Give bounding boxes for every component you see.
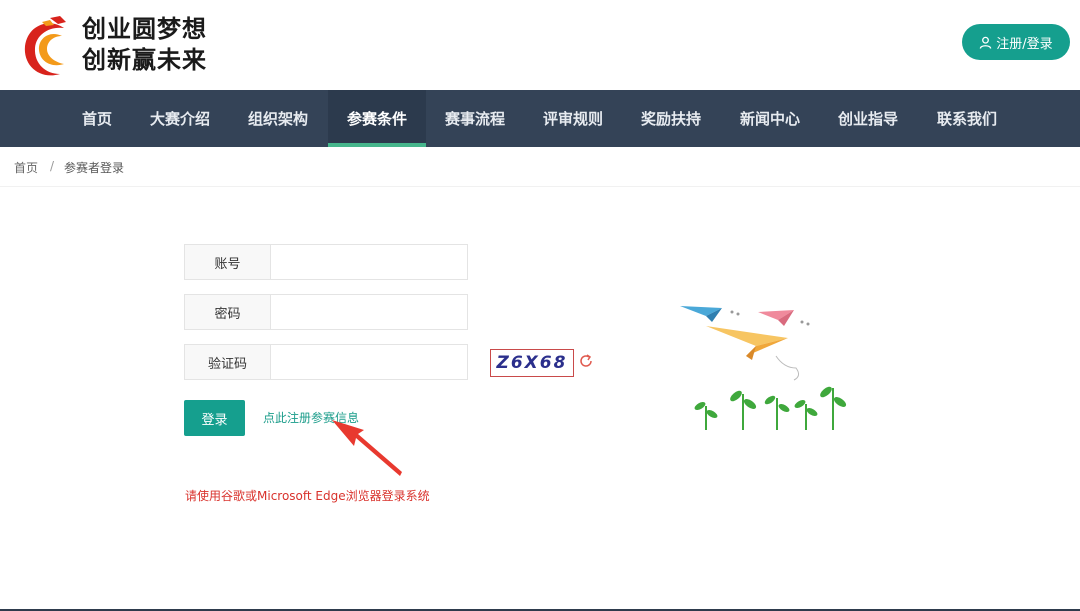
- login-button[interactable]: 登录: [184, 400, 245, 436]
- header: 创业圆梦想 创新赢未来 注册/登录: [0, 0, 1080, 90]
- register-login-label: 注册/登录: [996, 36, 1053, 52]
- paper-planes-sprouts-icon: [680, 306, 847, 430]
- password-label: 密码: [185, 295, 271, 329]
- nav-item-rewards[interactable]: 奖励扶持: [631, 90, 711, 147]
- slogan: 创业圆梦想 创新赢未来: [82, 14, 232, 76]
- nav-item-review-rules[interactable]: 评审规则: [533, 90, 613, 147]
- nav-item-contact[interactable]: 联系我们: [927, 90, 1007, 147]
- nav-item-competition-intro[interactable]: 大赛介绍: [140, 90, 220, 147]
- breadcrumb-current: 参赛者登录: [64, 161, 125, 175]
- logo-icon: [24, 16, 66, 76]
- register-login-button[interactable]: 注册/登录: [962, 24, 1070, 60]
- password-field: 密码: [184, 294, 468, 330]
- captcha-label: 验证码: [185, 345, 271, 379]
- breadcrumb-separator: /: [50, 159, 55, 173]
- nav-item-news[interactable]: 新闻中心: [730, 90, 810, 147]
- account-label: 账号: [185, 245, 271, 279]
- user-icon: [980, 36, 992, 49]
- nav-item-entry-conditions[interactable]: 参赛条件: [328, 90, 426, 147]
- account-input[interactable]: [271, 245, 467, 279]
- captcha-input[interactable]: [271, 345, 467, 379]
- refresh-icon[interactable]: [578, 353, 594, 369]
- account-field: 账号: [184, 244, 468, 280]
- arrow-annotation-icon: [332, 420, 402, 476]
- nav-item-home[interactable]: 首页: [70, 90, 124, 147]
- slogan-line-2: 创新赢未来: [82, 46, 207, 74]
- nav-item-process[interactable]: 赛事流程: [435, 90, 515, 147]
- captcha-field: 验证码: [184, 344, 468, 380]
- breadcrumb-home[interactable]: 首页: [14, 159, 38, 176]
- slogan-line-1: 创业圆梦想: [82, 15, 207, 43]
- main-nav: 首页 大赛介绍 组织架构 参赛条件 赛事流程 评审规则 奖励扶持 新闻中心 创业…: [0, 90, 1080, 147]
- captcha-image[interactable]: Z6X68: [490, 349, 574, 377]
- nav-item-guidance[interactable]: 创业指导: [828, 90, 908, 147]
- browser-notice: 请使用谷歌或Microsoft Edge浏览器登录系统: [185, 489, 430, 503]
- nav-item-organization[interactable]: 组织架构: [238, 90, 318, 147]
- password-input[interactable]: [271, 295, 467, 329]
- breadcrumb: 首页 / 参赛者登录: [0, 147, 1080, 187]
